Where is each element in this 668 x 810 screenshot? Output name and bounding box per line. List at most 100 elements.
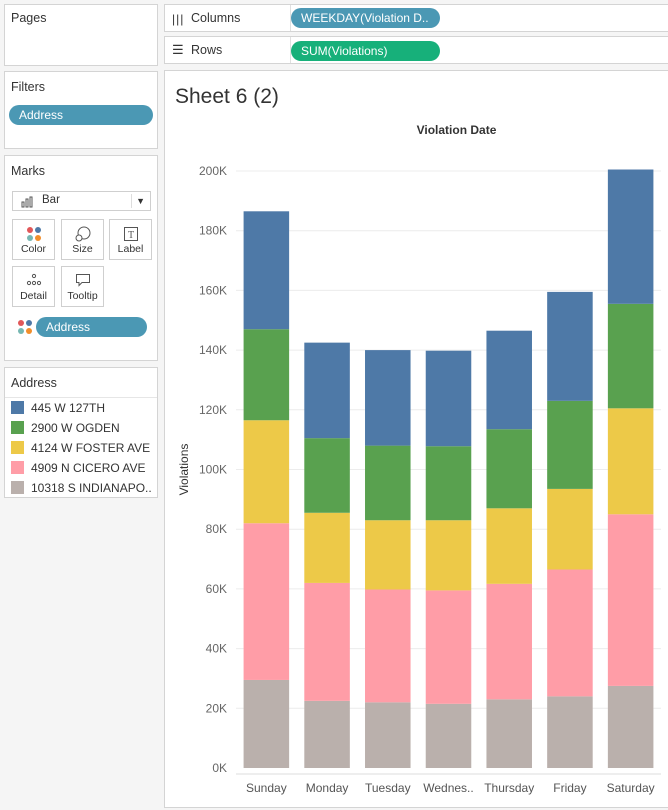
label-button[interactable]: T Label bbox=[109, 219, 152, 260]
bar-segment[interactable] bbox=[547, 488, 593, 570]
rows-icon: ☰ bbox=[172, 42, 184, 57]
bar-segment[interactable] bbox=[486, 699, 532, 768]
pages-title: Pages bbox=[11, 11, 47, 25]
bar-segment[interactable] bbox=[365, 445, 411, 521]
sheet-panel: Sheet 6 (2) Violation Date 0K 20K 40K 60K 80K… bbox=[164, 70, 668, 808]
bar-segment[interactable] bbox=[547, 400, 593, 489]
bar-segment[interactable] bbox=[607, 303, 654, 409]
legend-item[interactable]: 4909 N CICERO AVE bbox=[11, 459, 146, 477]
marks-color-address-pill[interactable]: Address bbox=[36, 317, 147, 337]
dropdown-divider bbox=[131, 194, 132, 208]
bar-segment[interactable] bbox=[304, 582, 350, 701]
x-tick-label: Wednes.. bbox=[423, 781, 473, 795]
bar-segment[interactable] bbox=[425, 446, 472, 521]
bar-segment[interactable] bbox=[425, 703, 472, 768]
svg-text:T: T bbox=[127, 230, 133, 241]
mark-type-label: Bar bbox=[42, 194, 60, 206]
y-tick-label: 20K bbox=[206, 701, 227, 715]
legend-item-label: 4909 N CICERO AVE bbox=[31, 461, 146, 475]
bar-segment[interactable] bbox=[425, 350, 472, 447]
bar-segment[interactable] bbox=[304, 512, 350, 583]
filter-address-pill[interactable]: Address bbox=[9, 105, 153, 125]
y-tick-label: 120K bbox=[199, 403, 227, 417]
bar-segment[interactable] bbox=[425, 520, 472, 591]
bar-chart-icon bbox=[21, 196, 33, 208]
bar-segment[interactable] bbox=[243, 679, 290, 768]
bar-segment[interactable] bbox=[486, 583, 532, 700]
color-dots-icon bbox=[18, 320, 32, 334]
bar-segment[interactable] bbox=[304, 438, 350, 513]
color-button[interactable]: Color bbox=[12, 219, 55, 260]
bar-segment[interactable] bbox=[365, 702, 411, 768]
legend-item[interactable]: 445 W 127TH bbox=[11, 399, 105, 417]
label-icon: T bbox=[123, 227, 138, 241]
pages-panel: Pages bbox=[4, 4, 158, 66]
legend-item-label: 2900 W OGDEN bbox=[31, 421, 120, 435]
bar-segment[interactable] bbox=[607, 685, 654, 768]
y-tick-label: 160K bbox=[199, 283, 227, 297]
bar-segment[interactable] bbox=[425, 590, 472, 704]
marks-title: Marks bbox=[11, 164, 46, 178]
bar-segment[interactable] bbox=[486, 330, 532, 430]
chevron-down-icon: ▼ bbox=[136, 196, 145, 206]
legend-swatch bbox=[11, 421, 24, 434]
stacked-bar-chart: Violation Date 0K 20K 40K 60K 80K 100K 120K 140K… bbox=[177, 123, 661, 795]
color-button-label: Color bbox=[20, 243, 47, 255]
x-tick-label: Friday bbox=[553, 781, 586, 795]
legend-swatch bbox=[11, 441, 24, 454]
detail-button[interactable]: Detail bbox=[12, 266, 55, 307]
legend-item[interactable]: 10318 S INDIANAPO.. bbox=[11, 479, 152, 497]
legend-title: Address bbox=[11, 376, 57, 390]
y-axis-label: Violations bbox=[177, 444, 191, 496]
bar-segment[interactable] bbox=[365, 520, 411, 590]
y-tick-label: 0K bbox=[212, 761, 227, 775]
detail-icon bbox=[26, 273, 41, 286]
tooltip-button[interactable]: Tooltip bbox=[61, 266, 104, 307]
size-icon bbox=[75, 226, 90, 242]
bar-segment[interactable] bbox=[607, 514, 654, 686]
x-tick-label: Saturday bbox=[607, 781, 655, 795]
x-tick-label: Thursday bbox=[484, 781, 534, 795]
x-tick-label: Monday bbox=[306, 781, 349, 795]
bar-segment[interactable] bbox=[304, 700, 350, 768]
filters-panel: Filters Address bbox=[4, 71, 158, 149]
bar-segment[interactable] bbox=[243, 420, 290, 524]
size-button-label: Size bbox=[72, 243, 93, 255]
bar-segment[interactable] bbox=[365, 350, 411, 446]
label-button-label: Label bbox=[117, 243, 144, 255]
rows-label: Rows bbox=[191, 43, 223, 57]
color-dots-icon bbox=[26, 227, 41, 241]
bar-segment[interactable] bbox=[607, 169, 654, 304]
bar-segment[interactable] bbox=[486, 508, 532, 584]
y-tick-label: 180K bbox=[199, 224, 227, 238]
bar-segment[interactable] bbox=[243, 329, 290, 421]
legend-swatch bbox=[11, 481, 24, 494]
bar-segment[interactable] bbox=[243, 523, 290, 680]
legend-swatch bbox=[11, 461, 24, 474]
x-tick-label: Tuesday bbox=[365, 781, 411, 795]
tooltip-button-label: Tooltip bbox=[67, 290, 98, 302]
bar-segment[interactable] bbox=[607, 408, 654, 515]
bar-segment[interactable] bbox=[547, 291, 593, 401]
bar-segment[interactable] bbox=[547, 696, 593, 768]
bar-segment[interactable] bbox=[243, 211, 290, 330]
bar-segment[interactable] bbox=[365, 589, 411, 703]
legend-item[interactable]: 2900 W OGDEN bbox=[11, 419, 120, 437]
columns-shelf[interactable]: ||| Columns WEEKDAY(Violation D.. bbox=[164, 4, 668, 32]
marks-panel: Marks Bar ▼ Color Size T Label Detail To… bbox=[4, 155, 158, 361]
bar-segment[interactable] bbox=[547, 569, 593, 697]
legend-item-label: 10318 S INDIANAPO.. bbox=[31, 481, 152, 495]
legend-item[interactable]: 4124 W FOSTER AVE bbox=[11, 439, 150, 457]
y-tick-label: 100K bbox=[199, 463, 227, 477]
size-button[interactable]: Size bbox=[61, 219, 104, 260]
y-tick-label: 140K bbox=[199, 343, 227, 357]
rows-pill[interactable]: SUM(Violations) bbox=[291, 41, 440, 61]
rows-shelf[interactable]: ☰ Rows SUM(Violations) bbox=[164, 36, 668, 64]
detail-button-label: Detail bbox=[20, 290, 47, 302]
columns-pill[interactable]: WEEKDAY(Violation D.. bbox=[291, 8, 440, 28]
y-tick-label: 200K bbox=[199, 164, 227, 178]
mark-type-dropdown[interactable]: Bar ▼ bbox=[12, 191, 151, 211]
legend-swatch bbox=[11, 401, 24, 414]
bar-segment[interactable] bbox=[486, 429, 532, 509]
bar-segment[interactable] bbox=[304, 342, 350, 439]
